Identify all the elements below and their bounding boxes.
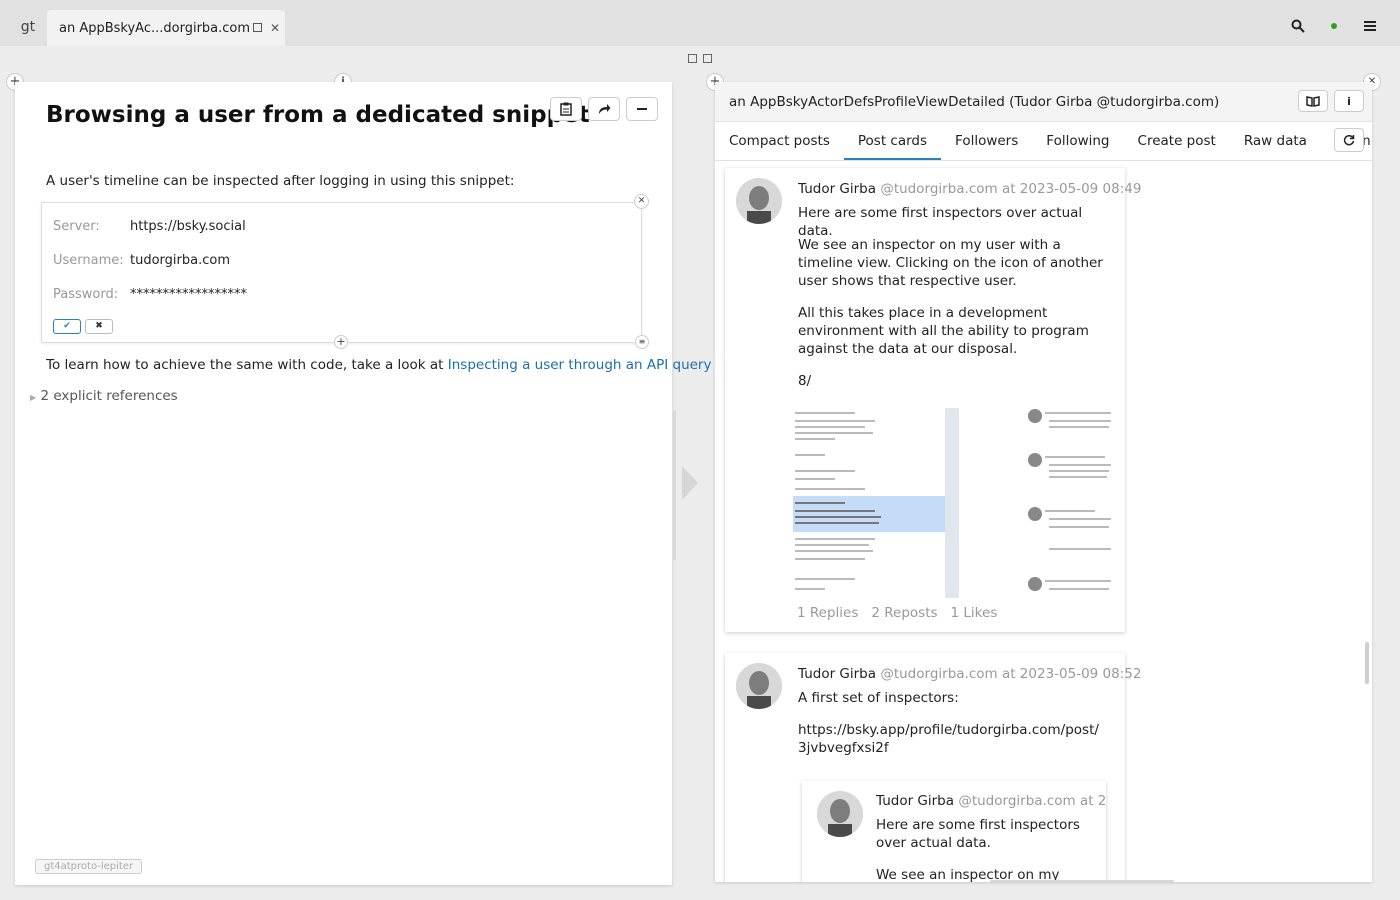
author-name[interactable]: Tudor Girba: [798, 181, 876, 197]
explicit-references[interactable]: ▶ 2 explicit references: [30, 388, 178, 404]
author-name[interactable]: Tudor Girba: [876, 793, 954, 809]
quoted-author: Tudor Girba @tudorgirba.com at 2023: [876, 793, 1106, 809]
post-paragraph: A first set of inspectors:: [798, 690, 959, 706]
post-feed[interactable]: Tudor Girba @tudorgirba.com at 2023-05-0…: [715, 161, 1372, 882]
post-author: Tudor Girba @tudorgirba.com at 2023-05-0…: [798, 181, 1141, 197]
login-snippet: ✕ Server: https://bsky.social Username: …: [41, 194, 649, 349]
post-card[interactable]: Tudor Girba @tudorgirba.com at 2023-05-0…: [725, 168, 1141, 632]
username-field[interactable]: tudorgirba.com: [130, 253, 230, 268]
tab-post-cards[interactable]: Post cards: [843, 122, 942, 160]
server-field[interactable]: https://bsky.social: [130, 219, 246, 234]
minimize-icon[interactable]: [626, 97, 658, 121]
tab-create-post[interactable]: Create post: [1124, 122, 1230, 160]
share-arrow-icon[interactable]: [588, 97, 620, 121]
gt-logo[interactable]: gt: [10, 10, 46, 46]
status-dot-icon: [1326, 18, 1342, 34]
inspector-header: an AppBskyActorDefsProfileViewDetailed (…: [715, 82, 1372, 122]
window-tab[interactable]: an AppBskyAc...dorgirba.com) ✕: [47, 10, 285, 46]
close-tab-icon[interactable]: ✕: [267, 21, 283, 35]
author-handle-date: @tudorgirba.com at 2023: [958, 793, 1106, 809]
learn-paragraph: To learn how to achieve the same with co…: [46, 357, 723, 373]
username-label: Username:: [53, 253, 124, 268]
cancel-button[interactable]: ✖: [85, 319, 113, 334]
maximize-icon[interactable]: [249, 21, 265, 35]
tab-followers[interactable]: Followers: [941, 122, 1032, 160]
snippet-menu-icon[interactable]: ≡: [635, 335, 649, 349]
author-handle-date: @tudorgirba.com at 2023-05-09 08:52: [880, 666, 1142, 682]
password-label: Password:: [53, 287, 119, 302]
quoted-paragraph: Here are some first inspectors over actu…: [876, 817, 1080, 851]
close-snippet-icon[interactable]: ✕: [634, 194, 649, 209]
post-link[interactable]: https://bsky.app/profile/tudorgirba.com/…: [798, 721, 1099, 757]
layout-toggle-icon-right[interactable]: [703, 54, 712, 63]
inspector-title: an AppBskyActorDefsProfileViewDetailed (…: [729, 94, 1220, 110]
post-paragraph: Here are some first inspectors over actu…: [798, 205, 1083, 239]
server-label: Server:: [53, 219, 100, 234]
replies-count[interactable]: 1 Replies: [797, 605, 858, 621]
tab-compact-posts[interactable]: Compact posts: [715, 122, 844, 160]
book-icon[interactable]: [1298, 90, 1328, 112]
post-screenshot-image[interactable]: [793, 408, 1117, 598]
post-author: Tudor Girba @tudorgirba.com at 2023-05-0…: [798, 666, 1141, 682]
add-snippet-icon[interactable]: +: [334, 335, 348, 349]
avatar[interactable]: [817, 791, 863, 837]
pane-splitter[interactable]: [673, 410, 676, 560]
author-name[interactable]: Tudor Girba: [798, 666, 876, 682]
layout-toggle-icon-left[interactable]: [688, 54, 697, 63]
post-paragraph: 8/: [798, 373, 812, 389]
inspector-pane: an AppBskyActorDefsProfileViewDetailed (…: [715, 82, 1372, 882]
expand-arrow-icon[interactable]: [682, 466, 698, 500]
password-field[interactable]: ******************: [130, 287, 247, 302]
likes-count[interactable]: 1 Likes: [951, 605, 998, 621]
page-title: Browsing a user from a dedicated snippet: [46, 102, 590, 128]
refresh-icon[interactable]: [1334, 128, 1364, 152]
inspector-info-icon[interactable]: i: [1334, 90, 1364, 112]
tab-following[interactable]: Following: [1032, 122, 1123, 160]
intro-paragraph: A user's timeline can be inspected after…: [46, 173, 515, 189]
top-bar: gt an AppBskyAc...dorgirba.com) ✕: [0, 0, 1400, 46]
vertical-scrollbar[interactable]: [1365, 642, 1369, 684]
clipboard-icon[interactable]: [550, 97, 582, 121]
author-handle-date: @tudorgirba.com at 2023-05-09 08:49: [880, 181, 1142, 197]
learn-text: To learn how to achieve the same with co…: [46, 357, 444, 373]
references-label: 2 explicit references: [40, 388, 178, 404]
avatar[interactable]: [736, 663, 782, 709]
search-icon[interactable]: [1290, 18, 1306, 34]
database-tag[interactable]: gt4atproto-lepiter: [35, 859, 143, 874]
api-query-link[interactable]: Inspecting a user through an API query: [448, 357, 712, 373]
post-paragraph: All this takes place in a development en…: [798, 305, 1089, 357]
avatar[interactable]: [736, 178, 782, 224]
horizontal-scrollbar[interactable]: [990, 880, 1174, 883]
tab-raw-data[interactable]: Raw data: [1230, 122, 1321, 160]
post-paragraph: We see an inspector on my user with a ti…: [798, 237, 1103, 289]
window-tab-title: an AppBskyAc...dorgirba.com): [59, 20, 249, 36]
hamburger-menu-icon[interactable]: [1362, 18, 1378, 34]
lepiter-page-pane: Browsing a user from a dedicated snippet…: [15, 82, 723, 885]
post-stats: 1 Replies 2 Reposts 1 Likes: [797, 605, 997, 621]
inspector-tabs: Compact posts Post cards Followers Follo…: [715, 122, 1372, 161]
post-card[interactable]: Tudor Girba @tudorgirba.com at 2023-05-0…: [725, 653, 1141, 882]
accept-button[interactable]: ✔: [53, 319, 81, 334]
quoted-post-card[interactable]: Tudor Girba @tudorgirba.com at 2023 Here…: [802, 781, 1106, 882]
expand-triangle-icon[interactable]: ▶: [30, 393, 36, 402]
reposts-count[interactable]: 2 Reposts: [871, 605, 937, 621]
